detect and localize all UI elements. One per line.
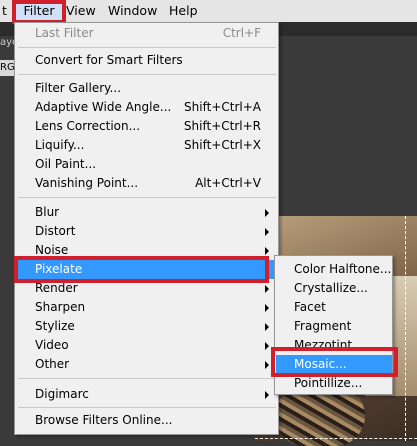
submenu-item-color-halftone[interactable]: Color Halftone...	[276, 260, 392, 279]
selection-marquee-bottom	[255, 438, 417, 439]
submenu-arrow-icon	[265, 361, 269, 369]
menu-item-sharpen[interactable]: Sharpen	[16, 298, 277, 317]
menu-item-oil-paint[interactable]: Oil Paint...	[16, 155, 277, 174]
menu-item-convert-smart-filters[interactable]: Convert for Smart Filters	[16, 51, 277, 70]
menu-separator	[18, 197, 276, 198]
menu-view[interactable]: View	[66, 0, 96, 22]
submenu-item-fragment[interactable]: Fragment	[276, 317, 392, 336]
submenu-arrow-icon	[265, 285, 269, 293]
menu-item-other[interactable]: Other	[16, 355, 277, 374]
annotation-box-pixelate	[14, 256, 269, 283]
submenu-arrow-icon	[265, 247, 269, 255]
submenu-arrow-icon	[265, 342, 269, 350]
annotation-box-mosaic	[271, 347, 398, 377]
menu-separator	[18, 47, 276, 48]
submenu-arrow-icon	[265, 209, 269, 217]
document-tab-fragment[interactable]: RGI	[0, 60, 14, 76]
menu-separator	[18, 378, 276, 379]
menu-item-adaptive-wide-angle[interactable]: Adaptive Wide Angle... Shift+Ctrl+A	[16, 98, 277, 117]
menu-separator	[18, 407, 276, 408]
menu-item-browse-filters-online[interactable]: Browse Filters Online...	[16, 411, 277, 430]
menu-window[interactable]: Window	[108, 0, 157, 22]
menu-item-video[interactable]: Video	[16, 336, 277, 355]
submenu-arrow-icon	[265, 304, 269, 312]
layers-tab-fragment[interactable]: aye	[0, 36, 14, 50]
menu-item-digimarc[interactable]: Digimarc	[16, 385, 277, 404]
submenu-item-crystallize[interactable]: Crystallize...	[276, 279, 392, 298]
menu-item-filter-gallery[interactable]: Filter Gallery...	[16, 79, 277, 98]
menu-help[interactable]: Help	[169, 0, 198, 22]
filter-menu: Last Filter Ctrl+F Convert for Smart Fil…	[14, 22, 279, 435]
menu-item-last-filter[interactable]: Last Filter Ctrl+F	[16, 24, 277, 43]
submenu-item-facet[interactable]: Facet	[276, 298, 392, 317]
menu-separator	[18, 74, 276, 75]
menu-item-blur[interactable]: Blur	[16, 203, 277, 222]
annotation-box-filter-menu	[12, 0, 66, 24]
selection-marquee	[405, 216, 406, 441]
menu-type-partial[interactable]: t	[2, 0, 7, 22]
submenu-arrow-icon	[265, 391, 269, 399]
submenu-arrow-icon	[265, 323, 269, 331]
menu-item-lens-correction[interactable]: Lens Correction... Shift+Ctrl+R	[16, 117, 277, 136]
submenu-arrow-icon	[265, 228, 269, 236]
menu-item-liquify[interactable]: Liquify... Shift+Ctrl+X	[16, 136, 277, 155]
menu-item-distort[interactable]: Distort	[16, 222, 277, 241]
menu-item-stylize[interactable]: Stylize	[16, 317, 277, 336]
menu-item-vanishing-point[interactable]: Vanishing Point... Alt+Ctrl+V	[16, 174, 277, 193]
